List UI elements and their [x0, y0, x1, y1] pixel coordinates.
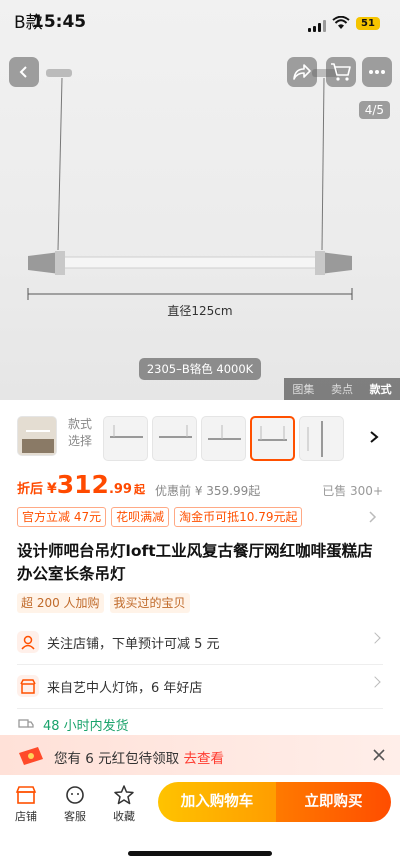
- favorite-tab[interactable]: 收藏: [104, 785, 144, 824]
- star-icon: [114, 785, 134, 805]
- store-tab[interactable]: 店铺: [6, 785, 46, 824]
- variant-pill: 2305–B铬色 4000K: [139, 358, 261, 380]
- cart-icon: [331, 63, 351, 81]
- shipping-row[interactable]: 48 小时内发货: [17, 710, 383, 738]
- tag-added-to-cart: 超 200 人加购: [17, 593, 104, 613]
- signal-icon: [308, 20, 328, 32]
- home-indicator[interactable]: [128, 851, 272, 856]
- variant-thumb-selected[interactable]: [250, 416, 295, 461]
- service-tab[interactable]: 客服: [55, 785, 95, 824]
- view-tabs: 图集 卖点 款式: [284, 378, 400, 400]
- price-prefix: 折后: [17, 482, 44, 497]
- wifi-icon: [332, 16, 350, 29]
- variant-selector: 款式 选择: [0, 410, 400, 466]
- banner-text: 您有 6 元红包待领取 去查看: [54, 751, 224, 767]
- more-dots-icon: [369, 70, 385, 74]
- chevron-right-icon[interactable]: [368, 510, 378, 524]
- chevron-right-icon[interactable]: [368, 430, 380, 444]
- variant-selector-label[interactable]: 款式 选择: [68, 416, 92, 450]
- divider: [17, 664, 383, 665]
- sold-count: 已售 300+: [322, 484, 383, 498]
- chevron-right-icon: [369, 676, 381, 688]
- price-suffix: 起: [133, 483, 145, 496]
- shop-icon: [17, 675, 39, 697]
- variant-thumb[interactable]: [103, 416, 148, 461]
- chat-icon: [66, 786, 84, 804]
- clock: 15:45: [32, 12, 87, 32]
- follow-store-row[interactable]: 关注店铺，下单预计可减 5 元: [17, 624, 383, 660]
- tag-row: 超 200 人加购 我买过的宝贝: [17, 593, 190, 613]
- price-block: 折后 ¥ 312 .99 起: [17, 470, 145, 500]
- chevron-left-icon: [19, 66, 27, 78]
- image-pager: 4/5: [358, 101, 390, 119]
- tab-gallery[interactable]: 图集: [292, 381, 314, 397]
- follow-store-text: 关注店铺，下单预计可减 5 元: [47, 636, 220, 652]
- back-button[interactable]: [9, 57, 39, 87]
- shipping-text: 48 小时内发货: [43, 718, 129, 734]
- divider: [17, 708, 383, 709]
- variant-thumb[interactable]: [201, 416, 246, 461]
- product-title: 设计师吧台吊灯loft工业风复古餐厅网红咖啡蛋糕店办公室长条吊灯: [17, 542, 373, 583]
- coupon-huabei[interactable]: 花呗满减: [111, 507, 170, 527]
- variant-photo-thumb[interactable]: [17, 416, 57, 456]
- shop-text: 来自艺中人灯饰，6 年好店: [47, 680, 203, 696]
- tag-purchased-before[interactable]: 我买过的宝贝: [109, 593, 190, 613]
- pre-discount-price: 优惠前 ¥ 359.99起: [155, 484, 261, 498]
- status-bar: B款 15:45 51: [0, 0, 400, 48]
- red-packet-banner[interactable]: 您有 6 元红包待领取 去查看: [0, 735, 400, 775]
- chevron-right-icon: [369, 632, 381, 644]
- share-icon: [293, 64, 311, 80]
- coupon-row[interactable]: 官方立减 47元 花呗满减 淘金币可抵10.79元起: [17, 507, 303, 527]
- coupon-taojinbi[interactable]: 淘金币可抵10.79元起: [174, 507, 303, 527]
- cart-button[interactable]: [326, 57, 356, 87]
- variant-thumb[interactable]: [299, 416, 344, 461]
- store-icon: [15, 786, 37, 804]
- battery-indicator: 51: [356, 17, 380, 30]
- tab-highlights[interactable]: 卖点: [331, 381, 353, 397]
- red-packet-icon: [19, 747, 43, 765]
- close-icon[interactable]: [372, 748, 386, 762]
- add-to-cart-button[interactable]: 加入购物车: [158, 782, 276, 822]
- banner-link[interactable]: 去查看: [183, 751, 224, 767]
- shop-row[interactable]: 来自艺中人灯饰，6 年好店: [17, 668, 383, 704]
- price-decimals: .99: [108, 482, 132, 497]
- store-follow-icon: [17, 631, 39, 653]
- variant-thumb[interactable]: [152, 416, 197, 461]
- coupon-official[interactable]: 官方立减 47元: [17, 507, 107, 527]
- more-button[interactable]: [362, 57, 392, 87]
- price-integer: 312: [56, 470, 109, 499]
- buy-now-button[interactable]: 立即购买: [276, 782, 391, 822]
- truck-icon: [17, 715, 35, 733]
- share-button[interactable]: [287, 57, 317, 87]
- currency-symbol: ¥: [47, 481, 57, 497]
- tab-styles[interactable]: 款式: [370, 381, 392, 397]
- dimension-label: 直径125cm: [167, 304, 233, 318]
